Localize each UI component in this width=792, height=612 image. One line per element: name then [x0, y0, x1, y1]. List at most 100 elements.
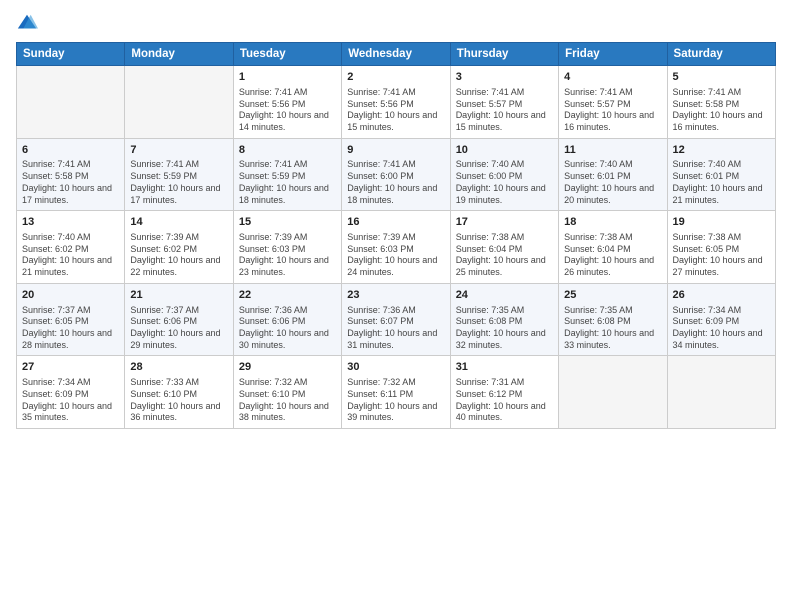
day-number: 20: [22, 288, 119, 303]
weekday-header-friday: Friday: [559, 43, 667, 66]
calendar-cell: [667, 356, 775, 429]
calendar-cell: 16 Sunrise: 7:39 AM Sunset: 6:03 PM Dayli…: [342, 211, 450, 284]
calendar-cell: 28 Sunrise: 7:33 AM Sunset: 6:10 PM Dayli…: [125, 356, 233, 429]
calendar-week-3: 13 Sunrise: 7:40 AM Sunset: 6:02 PM Dayli…: [17, 211, 776, 284]
day-info: Sunrise: 7:40 AM Sunset: 6:01 PM Dayligh…: [673, 159, 770, 206]
day-info: Sunrise: 7:41 AM Sunset: 5:57 PM Dayligh…: [456, 87, 553, 134]
day-number: 18: [564, 215, 661, 230]
day-info: Sunrise: 7:38 AM Sunset: 6:04 PM Dayligh…: [456, 232, 553, 279]
day-info: Sunrise: 7:32 AM Sunset: 6:10 PM Dayligh…: [239, 377, 336, 424]
day-number: 13: [22, 215, 119, 230]
weekday-header-monday: Monday: [125, 43, 233, 66]
weekday-header-wednesday: Wednesday: [342, 43, 450, 66]
day-number: 1: [239, 70, 336, 85]
day-info: Sunrise: 7:32 AM Sunset: 6:11 PM Dayligh…: [347, 377, 444, 424]
day-number: 29: [239, 360, 336, 375]
day-info: Sunrise: 7:39 AM Sunset: 6:03 PM Dayligh…: [239, 232, 336, 279]
day-number: 23: [347, 288, 444, 303]
calendar-cell: [559, 356, 667, 429]
calendar-week-5: 27Sunrise: 7:34 AM Sunset: 6:09 PM Dayli…: [17, 356, 776, 429]
day-info: Sunrise: 7:41 AM Sunset: 5:59 PM Dayligh…: [130, 159, 227, 206]
calendar-week-1: 1 Sunrise: 7:41 AM Sunset: 5:56 PM Daylig…: [17, 66, 776, 139]
day-number: 7: [130, 143, 227, 158]
day-info: Sunrise: 7:41 AM Sunset: 5:59 PM Dayligh…: [239, 159, 336, 206]
day-info: Sunrise: 7:40 AM Sunset: 6:02 PM Dayligh…: [22, 232, 119, 279]
calendar-cell: 14 Sunrise: 7:39 AM Sunset: 6:02 PM Dayli…: [125, 211, 233, 284]
calendar-cell: 3Sunrise: 7:41 AM Sunset: 5:57 PM Daylig…: [450, 66, 558, 139]
calendar-cell: 4Sunrise: 7:41 AM Sunset: 5:57 PM Daylig…: [559, 66, 667, 139]
day-number: 15: [239, 215, 336, 230]
day-info: Sunrise: 7:34 AM Sunset: 6:09 PM Dayligh…: [22, 377, 119, 424]
calendar-cell: 24 Sunrise: 7:35 AM Sunset: 6:08 PM Dayli…: [450, 283, 558, 356]
day-number: 30: [347, 360, 444, 375]
day-info: Sunrise: 7:41 AM Sunset: 5:58 PM Dayligh…: [673, 87, 770, 134]
calendar-cell: 10Sunrise: 7:40 AM Sunset: 6:00 PM Dayli…: [450, 138, 558, 211]
day-number: 2: [347, 70, 444, 85]
day-info: Sunrise: 7:36 AM Sunset: 6:06 PM Dayligh…: [239, 305, 336, 352]
day-number: 4: [564, 70, 661, 85]
day-info: Sunrise: 7:39 AM Sunset: 6:03 PM Dayligh…: [347, 232, 444, 279]
day-number: 25: [564, 288, 661, 303]
calendar-cell: 18 Sunrise: 7:38 AM Sunset: 6:04 PM Dayli…: [559, 211, 667, 284]
weekday-header-thursday: Thursday: [450, 43, 558, 66]
day-info: Sunrise: 7:37 AM Sunset: 6:06 PM Dayligh…: [130, 305, 227, 352]
calendar-cell: 13 Sunrise: 7:40 AM Sunset: 6:02 PM Dayli…: [17, 211, 125, 284]
calendar-cell: 25 Sunrise: 7:35 AM Sunset: 6:08 PM Dayli…: [559, 283, 667, 356]
weekday-header-row: SundayMondayTuesdayWednesdayThursdayFrid…: [17, 43, 776, 66]
calendar-cell: [125, 66, 233, 139]
day-number: 10: [456, 143, 553, 158]
calendar-cell: 26 Sunrise: 7:34 AM Sunset: 6:09 PM Dayli…: [667, 283, 775, 356]
day-number: 24: [456, 288, 553, 303]
day-info: Sunrise: 7:40 AM Sunset: 6:00 PM Dayligh…: [456, 159, 553, 206]
day-number: 26: [673, 288, 770, 303]
day-number: 21: [130, 288, 227, 303]
day-info: Sunrise: 7:41 AM Sunset: 5:58 PM Dayligh…: [22, 159, 119, 206]
day-info: Sunrise: 7:33 AM Sunset: 6:10 PM Dayligh…: [130, 377, 227, 424]
calendar-cell: 15 Sunrise: 7:39 AM Sunset: 6:03 PM Dayli…: [233, 211, 341, 284]
day-number: 17: [456, 215, 553, 230]
calendar-cell: 5 Sunrise: 7:41 AM Sunset: 5:58 PM Daylig…: [667, 66, 775, 139]
calendar-cell: 30 Sunrise: 7:32 AM Sunset: 6:11 PM Dayli…: [342, 356, 450, 429]
day-number: 19: [673, 215, 770, 230]
day-info: Sunrise: 7:35 AM Sunset: 6:08 PM Dayligh…: [456, 305, 553, 352]
calendar-cell: 27Sunrise: 7:34 AM Sunset: 6:09 PM Dayli…: [17, 356, 125, 429]
day-number: 12: [673, 143, 770, 158]
calendar-cell: 20 Sunrise: 7:37 AM Sunset: 6:05 PM Dayli…: [17, 283, 125, 356]
day-number: 31: [456, 360, 553, 375]
day-info: Sunrise: 7:38 AM Sunset: 6:05 PM Dayligh…: [673, 232, 770, 279]
calendar-cell: 17 Sunrise: 7:38 AM Sunset: 6:04 PM Dayli…: [450, 211, 558, 284]
day-number: 14: [130, 215, 227, 230]
day-info: Sunrise: 7:41 AM Sunset: 5:56 PM Dayligh…: [347, 87, 444, 134]
day-info: Sunrise: 7:41 AM Sunset: 6:00 PM Dayligh…: [347, 159, 444, 206]
day-info: Sunrise: 7:38 AM Sunset: 6:04 PM Dayligh…: [564, 232, 661, 279]
day-info: Sunrise: 7:37 AM Sunset: 6:05 PM Dayligh…: [22, 305, 119, 352]
day-number: 16: [347, 215, 444, 230]
calendar-cell: 2 Sunrise: 7:41 AM Sunset: 5:56 PM Daylig…: [342, 66, 450, 139]
calendar-cell: 19 Sunrise: 7:38 AM Sunset: 6:05 PM Dayli…: [667, 211, 775, 284]
calendar-week-2: 6Sunrise: 7:41 AM Sunset: 5:58 PM Daylig…: [17, 138, 776, 211]
day-info: Sunrise: 7:39 AM Sunset: 6:02 PM Dayligh…: [130, 232, 227, 279]
day-number: 28: [130, 360, 227, 375]
day-number: 5: [673, 70, 770, 85]
calendar-week-4: 20 Sunrise: 7:37 AM Sunset: 6:05 PM Dayli…: [17, 283, 776, 356]
calendar-table: SundayMondayTuesdayWednesdayThursdayFrid…: [16, 42, 776, 429]
weekday-header-saturday: Saturday: [667, 43, 775, 66]
calendar-cell: 6Sunrise: 7:41 AM Sunset: 5:58 PM Daylig…: [17, 138, 125, 211]
day-info: Sunrise: 7:36 AM Sunset: 6:07 PM Dayligh…: [347, 305, 444, 352]
day-info: Sunrise: 7:35 AM Sunset: 6:08 PM Dayligh…: [564, 305, 661, 352]
day-number: 6: [22, 143, 119, 158]
calendar-cell: 12Sunrise: 7:40 AM Sunset: 6:01 PM Dayli…: [667, 138, 775, 211]
weekday-header-tuesday: Tuesday: [233, 43, 341, 66]
day-info: Sunrise: 7:40 AM Sunset: 6:01 PM Dayligh…: [564, 159, 661, 206]
day-number: 11: [564, 143, 661, 158]
weekday-header-sunday: Sunday: [17, 43, 125, 66]
day-number: 8: [239, 143, 336, 158]
calendar-cell: 29 Sunrise: 7:32 AM Sunset: 6:10 PM Dayli…: [233, 356, 341, 429]
calendar-cell: 11Sunrise: 7:40 AM Sunset: 6:01 PM Dayli…: [559, 138, 667, 211]
calendar-cell: 31 Sunrise: 7:31 AM Sunset: 6:12 PM Dayli…: [450, 356, 558, 429]
calendar-cell: 23 Sunrise: 7:36 AM Sunset: 6:07 PM Dayli…: [342, 283, 450, 356]
day-info: Sunrise: 7:31 AM Sunset: 6:12 PM Dayligh…: [456, 377, 553, 424]
day-info: Sunrise: 7:34 AM Sunset: 6:09 PM Dayligh…: [673, 305, 770, 352]
logo: [16, 12, 42, 34]
page: SundayMondayTuesdayWednesdayThursdayFrid…: [0, 0, 792, 612]
